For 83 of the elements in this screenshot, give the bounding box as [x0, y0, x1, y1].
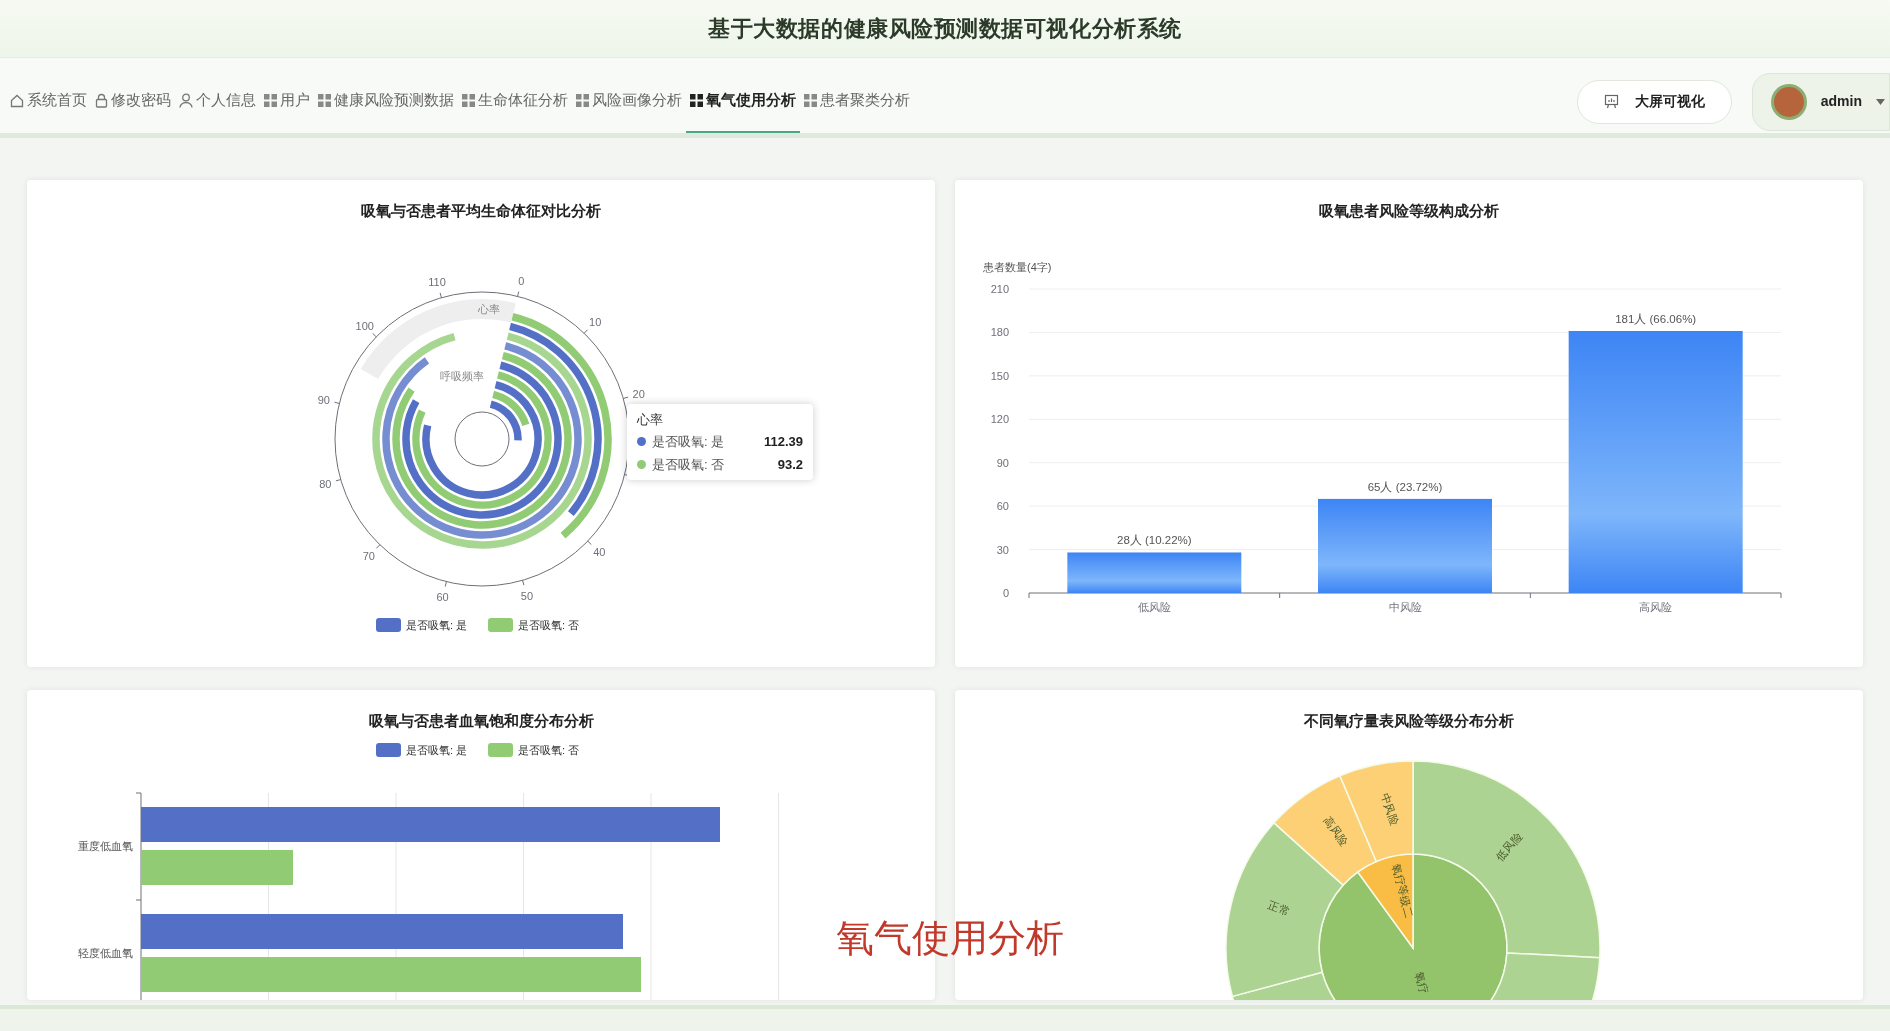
grid-icon [804, 94, 817, 107]
legend-swatch[interactable] [488, 742, 513, 757]
axis-tick-label: 轻度低血氧 [78, 946, 133, 959]
bar[interactable] [141, 913, 623, 949]
avatar [1770, 83, 1807, 120]
caption: 氧气使用分析 [836, 916, 1064, 961]
tooltip-label: 是否吸氧: 否 [652, 455, 725, 474]
axis-tick-label: 60 [996, 499, 1009, 512]
user-icon [179, 93, 193, 108]
axis-tick-label: 低风险 [1137, 600, 1171, 613]
tooltip-label: 是否吸氧: 是 [652, 433, 725, 451]
segment-label: 氧疗等级二 [1389, 862, 1416, 919]
grid-icon [264, 94, 277, 107]
axis-tick-label: 40 [593, 545, 606, 558]
grid-icon [576, 94, 589, 107]
chart-title: 不同氧疗量表风险等级分布分析 [1304, 711, 1514, 731]
axis-tick-label: 110 [428, 275, 446, 288]
chart-title: 吸氧与否患者平均生命体征对比分析 [361, 201, 601, 221]
nav-tab[interactable]: 修改密码 [91, 70, 175, 133]
window-title: 基于大数据的健康风险预测数据可视化分析系统 [708, 15, 1182, 43]
axis-tick-label: 70 [362, 549, 375, 562]
segment-label: 正常 [1266, 898, 1292, 917]
axis-tick-label: 180 [990, 325, 1009, 338]
grid-icon [318, 94, 331, 107]
tooltip-value: 112.39 [763, 433, 803, 451]
bar[interactable] [141, 806, 720, 842]
chart-title: 吸氧与否患者血氧饱和度分布分析 [368, 711, 594, 731]
legend-label[interactable]: 是否吸氧: 是 [406, 618, 468, 631]
nav-tab[interactable]: 用户 [260, 70, 314, 133]
axis-tick-label: 80 [319, 477, 332, 490]
nav-tab[interactable]: 系统首页 [6, 70, 91, 133]
segment-label: 中风险 [1378, 791, 1402, 827]
axis-label: 呼吸频率 [440, 369, 484, 382]
axis-tick-label: 0 [518, 274, 525, 287]
bar-value-label: 28人 (10.22%) [1117, 533, 1192, 546]
nav-tab[interactable]: 患者聚类分析 [800, 70, 914, 133]
axis-tick-label: 0 [1002, 586, 1009, 599]
axis-tick-label: 100 [355, 319, 374, 332]
segment-label: 低风险 [1493, 829, 1525, 863]
big-screen-button[interactable]: 大屏可视化 [1576, 79, 1732, 124]
segment-label: 氧疗 [1413, 969, 1431, 995]
bar[interactable] [1067, 551, 1242, 593]
caret-icon [1876, 98, 1885, 105]
bar-value-label: 65人 (23.72%) [1367, 480, 1443, 493]
bar[interactable] [141, 849, 293, 885]
chart-title: 吸氧患者风险等级构成分析 [1319, 201, 1499, 221]
legend-swatch[interactable] [376, 617, 401, 632]
axis-tick-label: 高风险 [1639, 600, 1673, 613]
presentation-icon [1603, 94, 1619, 109]
axis-tick-label: 60 [436, 590, 449, 603]
bar-value-label: 181人 (66.06%) [1615, 312, 1697, 325]
grid-icon [462, 94, 475, 107]
axis-tick-label: 中风险 [1388, 600, 1422, 613]
nav-tab[interactable]: 个人信息 [175, 70, 260, 133]
bar[interactable] [141, 956, 641, 992]
grid-icon [690, 94, 703, 107]
nav-tab[interactable]: 氧气使用分析 [686, 70, 800, 133]
axis-tick-label: 90 [317, 393, 330, 406]
axis-tick-label: 10 [589, 315, 602, 328]
axis-tick-label: 20 [632, 387, 645, 400]
axis-tick-label: 30 [996, 543, 1009, 556]
axis-tick-label: 50 [520, 589, 534, 602]
legend-label[interactable]: 是否吸氧: 是 [406, 743, 468, 756]
nav-tab[interactable]: 生命体征分析 [458, 70, 572, 133]
nav-tab[interactable]: 风险画像分析 [572, 70, 686, 133]
axis-tick-label: 150 [990, 369, 1009, 382]
axis-tick-label: 重度低血氧 [78, 839, 133, 852]
home-icon [10, 93, 24, 108]
axis-tick-label: 90 [996, 456, 1009, 469]
legend-label[interactable]: 是否吸氧: 否 [518, 743, 580, 756]
axis-tick-label: 210 [990, 282, 1009, 295]
legend-swatch[interactable] [376, 742, 401, 757]
user-menu[interactable]: admin [1751, 72, 1890, 131]
tooltip-title: 心率 [637, 410, 664, 429]
lock-icon [95, 93, 108, 108]
axis-title: 患者数量(4字) [983, 260, 1052, 273]
nav-tab[interactable]: 健康风险预测数据 [314, 70, 458, 133]
legend-swatch[interactable] [488, 617, 513, 632]
tooltip-value: 93.2 [777, 455, 803, 474]
axis-tick-label: 120 [990, 412, 1009, 425]
axis-label: 心率 [478, 302, 500, 315]
segment-label: 高风险 [1321, 813, 1351, 848]
legend-label[interactable]: 是否吸氧: 否 [518, 618, 580, 631]
